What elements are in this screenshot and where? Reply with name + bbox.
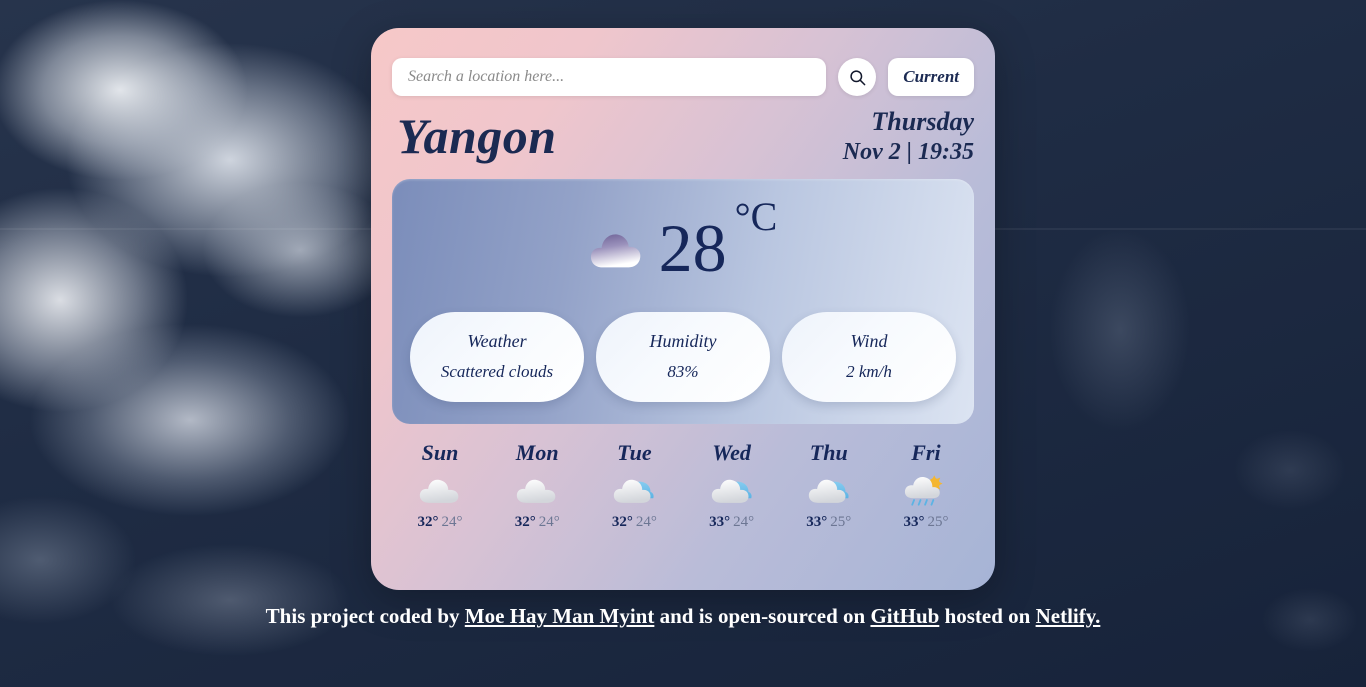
forecast-low: 24°: [441, 513, 463, 530]
temperature-unit: °C: [734, 193, 778, 239]
forecast-temps: 33° 25°: [806, 514, 851, 531]
forecast-day-wed: Wed 33° 24°: [689, 440, 775, 531]
date-block: Thursday Nov 2 | 19:35: [843, 106, 974, 167]
search-icon: [850, 69, 866, 85]
stat-value: 2 km/h: [846, 362, 892, 382]
forecast-high: 32°: [417, 513, 439, 530]
github-link[interactable]: GitHub: [870, 604, 939, 628]
forecast-temps: 32° 24°: [515, 514, 560, 531]
forecast-high: 33°: [709, 513, 731, 530]
date-time-label: Nov 2 | 19:35: [842, 138, 974, 165]
forecast-day-tue: Tue 32° 24°: [591, 440, 677, 531]
temperature-row: 28 °C: [392, 179, 974, 312]
weather-app-card: Current Yangon Thursday Nov 2 | 19:35 28: [371, 28, 995, 590]
stat-card-wind: Wind 2 km/h: [782, 311, 956, 402]
stat-label: Wind: [850, 331, 888, 352]
forecast-high: 32°: [514, 513, 536, 530]
forecast-high: 33°: [903, 513, 925, 530]
search-button[interactable]: [838, 58, 877, 96]
city-name: Yangon: [397, 108, 557, 165]
stat-card-humidity: Humidity 83%: [596, 311, 770, 402]
partly-cloudy-icon: [614, 479, 654, 503]
cloud-icon: [590, 234, 640, 268]
forecast-day-thu: Thu 33° 25°: [786, 440, 872, 531]
forecast-high: 33°: [806, 513, 828, 530]
location-header: Yangon Thursday Nov 2 | 19:35: [371, 96, 995, 167]
forecast-temps: 32° 24°: [418, 514, 463, 531]
stat-label: Humidity: [649, 331, 717, 352]
rain-drops-icon: [911, 499, 935, 506]
forecast-day-mon: Mon 32° 24°: [494, 440, 580, 531]
weekday-label: Thursday: [871, 107, 974, 136]
cloud-icon: [517, 479, 556, 503]
current-weather-panel: 28 °C Weather Scattered clouds Humidity …: [392, 178, 974, 424]
stat-label: Weather: [467, 331, 527, 352]
footer-text-3: hosted on: [939, 604, 1036, 628]
footer-text-2: and is open-sourced on: [654, 604, 871, 628]
forecast-low: 25°: [927, 513, 949, 530]
partly-cloudy-icon: [808, 479, 849, 503]
stat-value: Scattered clouds: [440, 362, 554, 382]
forecast-low: 25°: [830, 513, 852, 530]
footer-text-1: This project coded by: [265, 604, 465, 628]
forecast-high: 32°: [611, 513, 633, 530]
stats-row: Weather Scattered clouds Humidity 83% Wi…: [392, 311, 974, 424]
forecast-day-label: Thu: [809, 439, 848, 465]
footer-credit: This project coded by Moe Hay Man Myint …: [0, 604, 1366, 629]
search-bar: Current: [371, 28, 995, 96]
author-link[interactable]: Moe Hay Man Myint: [465, 604, 655, 628]
forecast-day-label: Mon: [515, 439, 559, 465]
stat-card-weather: Weather Scattered clouds: [410, 311, 584, 402]
forecast-day-label: Tue: [617, 439, 652, 465]
forecast-row: Sun 32° 24° Mon 32° 24° Tue 32° 24° Wed …: [371, 424, 995, 531]
forecast-day-label: Wed: [712, 439, 751, 465]
forecast-low: 24°: [635, 513, 657, 530]
forecast-temps: 32° 24°: [612, 514, 657, 531]
forecast-day-label: Sun: [421, 439, 459, 465]
forecast-day-label: Fri: [911, 439, 941, 465]
current-location-button[interactable]: Current: [888, 58, 974, 96]
sun-rain-cloud-icon: [904, 475, 943, 506]
forecast-day-fri: Fri 33° 25°: [883, 440, 969, 531]
forecast-temps: 33° 24°: [709, 514, 754, 531]
forecast-low: 24°: [733, 513, 755, 530]
forecast-day-sun: Sun 32° 24°: [397, 440, 483, 531]
netlify-link[interactable]: Netlify.: [1036, 604, 1101, 628]
current-temperature: 28: [658, 210, 727, 287]
search-input[interactable]: [392, 58, 827, 96]
forecast-temps: 33° 25°: [903, 514, 948, 531]
stat-value: 83%: [667, 362, 699, 382]
partly-cloudy-icon: [711, 479, 752, 503]
forecast-low: 24°: [538, 513, 560, 530]
cloud-icon: [419, 479, 459, 503]
